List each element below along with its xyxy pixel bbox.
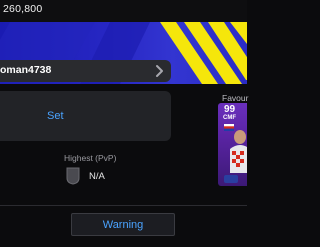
username-text: oman4738 (0, 64, 52, 76)
highest-pvp-label: Highest (PvP) (64, 153, 117, 163)
warning-button[interactable]: Warning (71, 213, 175, 236)
division-badge-icon (66, 167, 80, 185)
set-button[interactable]: Set (47, 110, 64, 122)
coin-balance: 260,800 (3, 3, 43, 15)
chevron-right-icon (156, 65, 163, 77)
favourite-player-label: Favour (222, 93, 249, 103)
divider (0, 205, 247, 206)
top-bar: 260,800 (0, 0, 247, 22)
player-portrait-graphic (224, 124, 247, 183)
team-emblem-panel[interactable] (0, 91, 171, 141)
favourite-player-card[interactable]: 99 CMF (218, 103, 247, 186)
highest-pvp-value: N/A (89, 171, 105, 182)
username-row[interactable]: oman4738 (0, 60, 171, 82)
warning-button-label: Warning (102, 219, 144, 231)
